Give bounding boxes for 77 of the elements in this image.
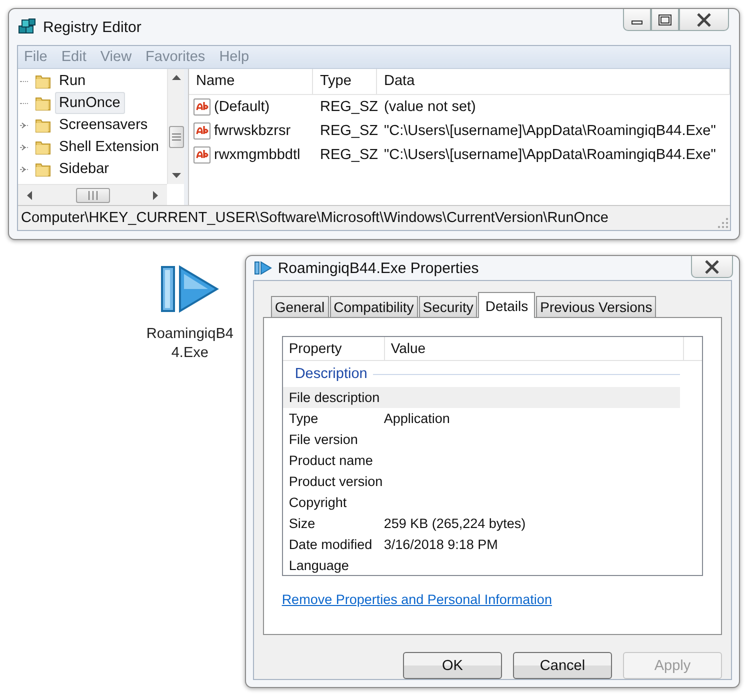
value-type: REG_SZ (319, 147, 377, 163)
close-button[interactable] (679, 9, 729, 31)
remove-properties-link[interactable]: Remove Properties and Personal Information (282, 592, 552, 607)
property-value: 259 KB (265,224 bytes) (384, 516, 526, 531)
grip-icon[interactable] (172, 132, 180, 140)
value-name[interactable]: rwxmgmbbdtl (214, 147, 300, 163)
value-type: REG_SZ (319, 99, 377, 115)
file-name[interactable]: RoamingiqB44.Exe (142, 325, 238, 363)
string-value-icon (193, 98, 211, 116)
play-file-icon[interactable] (160, 263, 220, 315)
property-value: 3/16/2018 9:18 PM (384, 537, 498, 552)
tree-item[interactable]: RunOnce (55, 92, 126, 114)
tree-item[interactable]: Run (55, 70, 91, 92)
tab[interactable]: Compatibility (330, 296, 418, 317)
value-data: "C:\Users\[username]\AppData\RoamingiqB44.Exe" (383, 123, 717, 139)
property-name: Product version (288, 474, 384, 489)
property-row[interactable]: Copyright (282, 492, 680, 513)
property-row[interactable]: Size 259 KB (265,224 bytes) (282, 513, 680, 534)
tab[interactable]: Previous Versions (536, 296, 656, 317)
grip-icon[interactable] (88, 190, 98, 200)
property-name: Size (288, 516, 316, 531)
property-name: Language (288, 558, 350, 573)
tree-item[interactable]: Shell Extension (55, 136, 164, 158)
scroll-left-icon[interactable] (26, 190, 32, 200)
property-name: File description (288, 390, 381, 405)
tab[interactable]: General (270, 296, 329, 317)
property-row[interactable]: File version (282, 429, 680, 450)
scrollbar[interactable] (18, 184, 167, 205)
string-value-icon (193, 146, 211, 164)
window-title: RoamingiqB44.Exe Properties (278, 260, 479, 276)
column-header[interactable]: Name (189, 69, 313, 94)
column-header[interactable]: Property (282, 337, 385, 360)
property-row[interactable]: Product name (282, 450, 680, 471)
window-title: Registry Editor (43, 18, 142, 36)
scroll-up-icon[interactable] (172, 74, 180, 80)
dialog-button[interactable]: OK (403, 652, 502, 679)
tree-item[interactable]: Screensavers (55, 114, 153, 136)
column-header[interactable]: Value (384, 337, 684, 360)
tab[interactable]: Details (478, 292, 536, 318)
close-icon (704, 260, 720, 274)
dialog-button[interactable]: Cancel (513, 652, 612, 679)
property-name: Type (288, 411, 320, 426)
property-row[interactable]: File description (282, 387, 680, 408)
string-value-icon (193, 122, 211, 140)
scrollbar[interactable] (167, 69, 184, 184)
column-header[interactable]: Type (313, 69, 377, 94)
property-name: Date modified (288, 537, 374, 552)
value-type: REG_SZ (319, 123, 377, 139)
property-name: Copyright (288, 495, 348, 510)
value-name[interactable]: (Default) (214, 99, 270, 115)
value-name[interactable]: fwrwskbzrsr (214, 123, 291, 139)
scroll-right-icon[interactable] (153, 190, 159, 200)
expand-icon[interactable] (21, 122, 26, 128)
property-name: File version (288, 432, 359, 447)
tab[interactable]: Security (418, 296, 478, 317)
scroll-down-icon[interactable] (172, 173, 180, 179)
close-icon (696, 12, 712, 26)
value-data: (value not set) (383, 99, 477, 115)
group-header: Description (294, 366, 368, 382)
resize-grip-icon[interactable] (718, 218, 728, 228)
property-row[interactable]: Product version (282, 471, 680, 492)
close-button[interactable] (691, 256, 733, 278)
maximize-button[interactable] (651, 9, 679, 31)
status-path: Computer\HKEY_CURRENT_USER\Software\Microsoft\Windows\CurrentVersion\RunOnce (21, 210, 608, 226)
minimize-button[interactable] (623, 9, 651, 31)
property-row[interactable]: Type Application (282, 408, 680, 429)
column-header[interactable]: Data (377, 69, 730, 94)
restore-icon (657, 14, 673, 26)
expand-icon[interactable] (21, 166, 26, 172)
expand-icon[interactable] (21, 144, 26, 150)
value-data: "C:\Users\[username]\AppData\RoamingiqB44.Exe" (383, 147, 717, 163)
property-row[interactable]: Language (282, 555, 680, 576)
property-row[interactable]: Date modified 3/16/2018 9:18 PM (282, 534, 680, 555)
play-file-icon (254, 260, 272, 276)
tree-item[interactable]: Sidebar (55, 158, 114, 180)
property-name: Product name (288, 453, 374, 468)
property-value: Application (384, 411, 450, 426)
